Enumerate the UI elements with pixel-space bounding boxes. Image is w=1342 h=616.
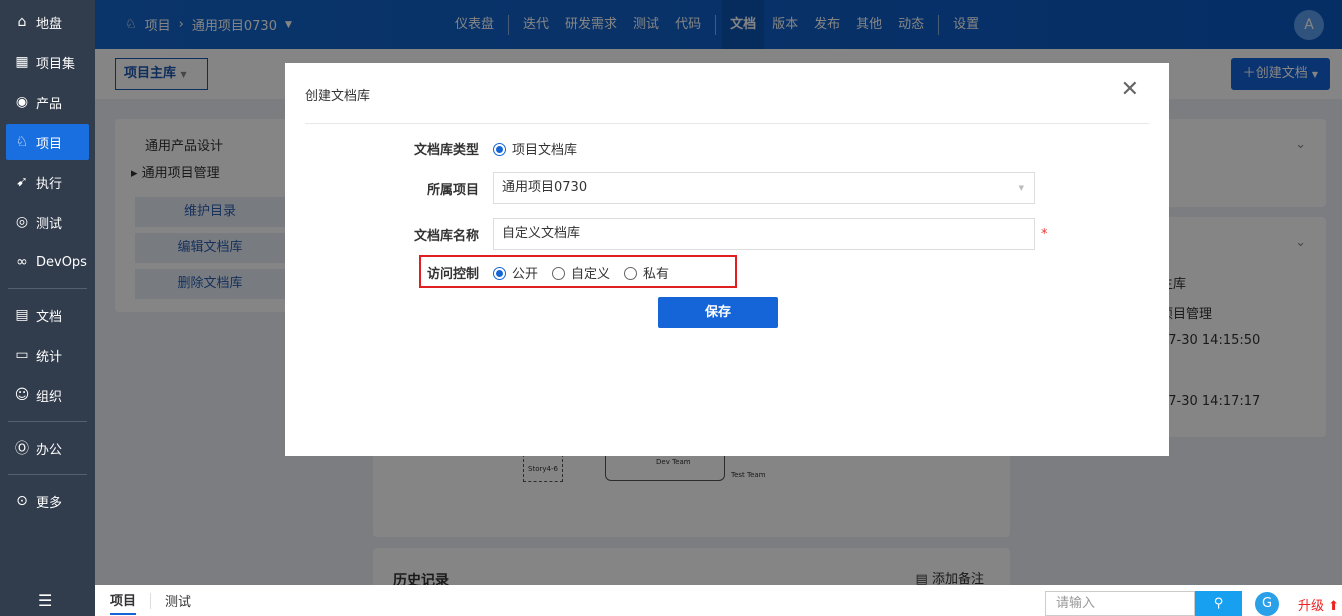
sidebar-item-label: 执行 <box>36 176 63 192</box>
run-icon: ➹ <box>16 174 28 190</box>
sidebar-item-4[interactable]: ➹ 执行 <box>6 164 89 200</box>
sidebar-item-label: 项目集 <box>36 56 76 72</box>
rocket-icon: ♘ <box>15 134 29 150</box>
users-icon: ☺ <box>14 387 30 403</box>
sidebar-item-label: 组织 <box>36 389 63 405</box>
sidebar-item-label: 统计 <box>36 349 63 365</box>
sidebar-item-3[interactable]: ♘ 项目 <box>6 124 89 160</box>
infinity-icon: ∞ <box>16 254 28 270</box>
divider <box>305 123 1149 124</box>
search-button[interactable]: ⚲ <box>1195 591 1242 616</box>
project-value: 通用项目0730 <box>502 180 588 195</box>
sidebar-item-1[interactable]: ▦ 项目集 <box>6 44 89 80</box>
sidebar-item-label: 文档 <box>36 309 63 325</box>
sidebar-item-label: 办公 <box>36 442 63 458</box>
sidebar-item-label: DevOps <box>36 254 87 270</box>
sidebar-item-label: 更多 <box>36 495 63 511</box>
sidebar-item-8[interactable]: ▭ 统计 <box>6 337 89 373</box>
sidebar: ⌂ 地盘 ▦ 项目集 ◉ 产品 ♘ 项目 ➹ 执行 ◎ 测试 ∞ DevOps ▤ 文档 ▭ 统计 ☺ 组织 Ⓞ 办公 ⊙ 更… <box>0 0 95 616</box>
radio-icon <box>493 143 506 156</box>
sidebar-item-11[interactable]: ⊙ 更多 <box>6 483 89 519</box>
collapse-menu-icon[interactable]: ☰ <box>38 591 52 610</box>
upgrade-icon: ⬆ <box>1328 599 1340 614</box>
doc-icon: ▤ <box>15 307 29 323</box>
required-mark: * <box>1041 226 1048 242</box>
tab-test[interactable]: 测试 <box>165 591 191 610</box>
sidebar-item-label: 产品 <box>36 96 63 112</box>
project-select[interactable]: 通用项目0730 ▼ <box>493 172 1035 204</box>
sidebar-item-label: 测试 <box>36 216 63 232</box>
sidebar-item-0[interactable]: ⌂ 地盘 <box>6 4 89 40</box>
project-label: 所属项目 <box>426 182 479 198</box>
close-icon[interactable]: ✕ <box>1121 77 1139 102</box>
upgrade-label: 升级 <box>1298 599 1325 614</box>
upgrade-link[interactable]: 升级 ⬆ <box>1298 595 1339 614</box>
search-input[interactable]: 请输入 <box>1045 591 1195 616</box>
sidebar-item-label: 地盘 <box>36 16 63 32</box>
test-icon: ◎ <box>15 214 29 230</box>
oa-icon: Ⓞ <box>15 441 29 457</box>
caret-down-icon: ▼ <box>1018 184 1024 192</box>
sidebar-item-2[interactable]: ◉ 产品 <box>6 84 89 120</box>
bottom-bar: 项目 测试 请输入 ⚲ G 升级 ⬆ <box>95 585 1342 616</box>
create-library-dialog: 创建文档库 ✕ 文档库类型 项目文档库 所属项目 通用项目0730 ▼ 文档库名称… <box>285 63 1169 456</box>
library-name-input[interactable]: 自定义文档库 <box>493 218 1035 250</box>
sidebar-item-10[interactable]: Ⓞ 办公 <box>6 430 89 466</box>
chart-icon: ▭ <box>15 347 29 363</box>
dialog-title: 创建文档库 <box>305 89 371 104</box>
search-icon: ⚲ <box>1213 596 1224 611</box>
divider <box>8 474 87 475</box>
tab-project[interactable]: 项目 <box>110 586 137 615</box>
type-label: 文档库类型 <box>413 143 479 158</box>
sidebar-item-9[interactable]: ☺ 组织 <box>6 377 89 413</box>
logo-icon[interactable]: G <box>1255 592 1279 616</box>
divider <box>8 288 87 289</box>
type-option-label: 项目文档库 <box>512 143 578 158</box>
sidebar-item-label: 项目 <box>36 136 63 152</box>
divider <box>150 592 152 609</box>
more-icon: ⊙ <box>16 493 28 509</box>
grid-icon: ▦ <box>15 54 29 70</box>
sidebar-item-5[interactable]: ◎ 测试 <box>6 204 89 240</box>
home-icon: ⌂ <box>17 14 27 30</box>
bulb-icon: ◉ <box>15 94 29 110</box>
save-button[interactable]: 保存 <box>658 297 778 328</box>
divider <box>8 421 87 422</box>
name-label: 文档库名称 <box>413 228 479 244</box>
highlight-box <box>419 255 737 288</box>
type-radio-project[interactable]: 项目文档库 <box>493 139 577 158</box>
sidebar-item-6[interactable]: ∞ DevOps <box>6 244 89 280</box>
sidebar-item-7[interactable]: ▤ 文档 <box>6 297 89 333</box>
